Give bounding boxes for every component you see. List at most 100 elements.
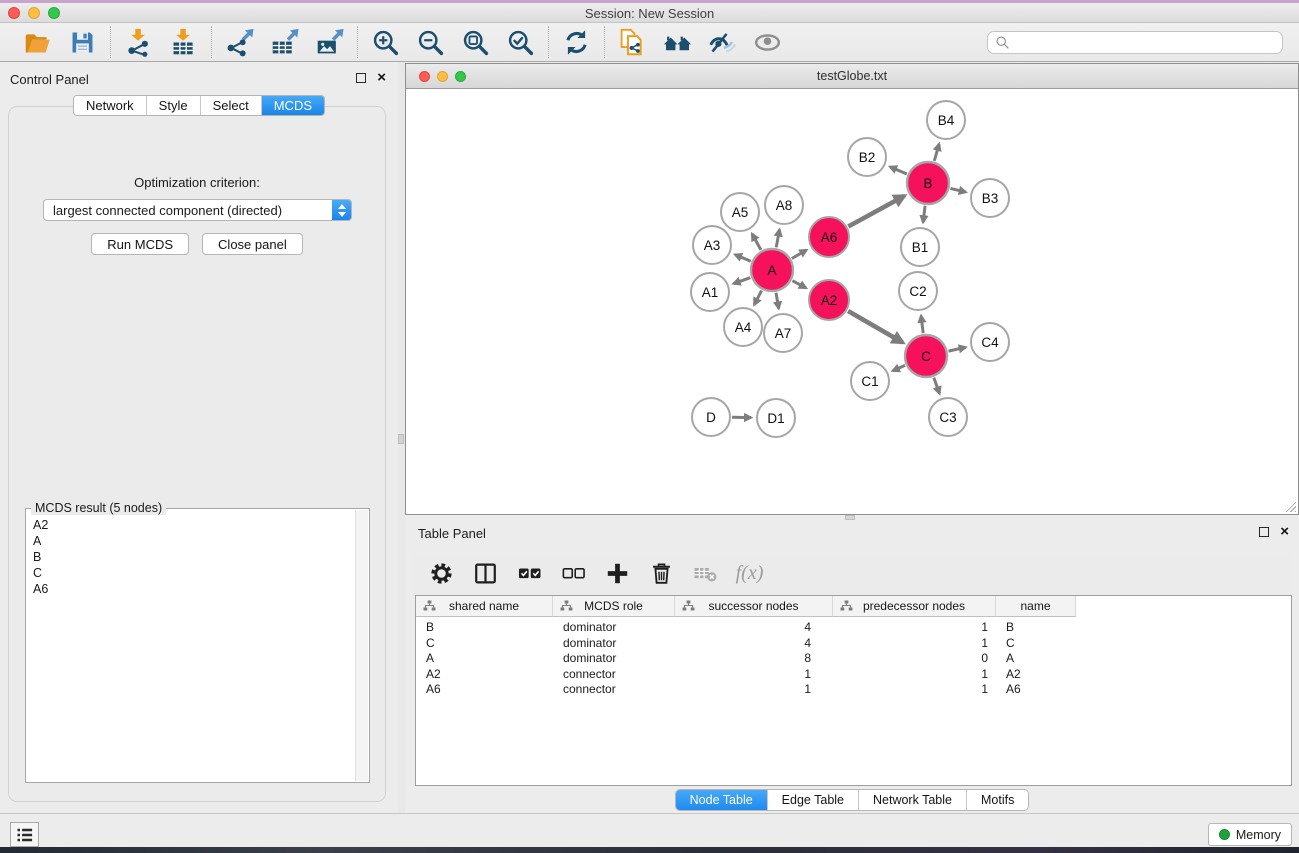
- edge-A-A8[interactable]: [776, 230, 779, 248]
- table-cell[interactable]: A6: [996, 682, 1076, 698]
- table-cell[interactable]: 0: [833, 651, 996, 667]
- edge-A-A1[interactable]: [734, 278, 751, 284]
- open-folder-icon[interactable]: [23, 28, 52, 57]
- tab-edge-table[interactable]: Edge Table: [768, 790, 859, 810]
- network-node-C3[interactable]: C3: [929, 398, 967, 436]
- table-cell[interactable]: 1: [833, 620, 996, 636]
- node-table[interactable]: shared nameMCDS rolesuccessor nodesprede…: [415, 595, 1292, 786]
- edge-A-A6[interactable]: [792, 250, 807, 259]
- table-cell[interactable]: dominator: [553, 636, 675, 652]
- gear-icon[interactable]: [428, 560, 455, 587]
- table-cell[interactable]: 8: [675, 651, 833, 667]
- column-header-successor-nodes[interactable]: successor nodes: [675, 596, 833, 617]
- network-node-D[interactable]: D: [692, 398, 730, 436]
- import-network-icon[interactable]: [124, 28, 153, 57]
- edge-A2-C[interactable]: [848, 311, 903, 343]
- result-item[interactable]: B: [33, 549, 354, 565]
- edge-C-C4[interactable]: [949, 347, 966, 351]
- table-row[interactable]: Adominator80A: [416, 651, 1291, 667]
- table-row[interactable]: Bdominator41B: [416, 620, 1291, 636]
- split-view-icon[interactable]: [472, 560, 499, 587]
- tab-network[interactable]: Network: [74, 96, 147, 115]
- tab-network-table[interactable]: Network Table: [859, 790, 967, 810]
- zoom-selected-icon[interactable]: [506, 28, 535, 57]
- edge-A-A7[interactable]: [776, 293, 779, 309]
- edge-B-B1[interactable]: [923, 206, 925, 222]
- edge-A-A5[interactable]: [752, 234, 761, 250]
- splitter-handle[interactable]: [398, 434, 404, 444]
- network-node-B1[interactable]: B1: [901, 228, 939, 266]
- network-node-A1[interactable]: A1: [691, 273, 729, 311]
- float-icon[interactable]: [1259, 527, 1269, 537]
- network-node-C1[interactable]: C1: [851, 362, 889, 400]
- zoom-in-icon[interactable]: [371, 28, 400, 57]
- table-row[interactable]: Cdominator41C: [416, 636, 1291, 652]
- table-cell[interactable]: A2: [996, 667, 1076, 683]
- table-cell[interactable]: 4: [675, 636, 833, 652]
- column-header-shared-name[interactable]: shared name: [416, 596, 553, 617]
- result-item[interactable]: C: [33, 565, 354, 581]
- float-icon[interactable]: [356, 73, 366, 83]
- table-cell[interactable]: A6: [416, 682, 553, 698]
- delete-column-icon[interactable]: [648, 560, 675, 587]
- table-row[interactable]: A2connector11A2: [416, 667, 1291, 683]
- column-header-MCDS-role[interactable]: MCDS role: [553, 596, 675, 617]
- close-icon[interactable]: [377, 72, 386, 83]
- table-cell[interactable]: 1: [833, 667, 996, 683]
- edge-A6-B[interactable]: [848, 196, 904, 227]
- table-cell[interactable]: A2: [416, 667, 553, 683]
- export-image-icon[interactable]: [315, 28, 344, 57]
- network-node-A3[interactable]: A3: [693, 226, 731, 264]
- table-cell[interactable]: dominator: [553, 620, 675, 636]
- edge-C-C1[interactable]: [893, 365, 905, 370]
- network-node-B2[interactable]: B2: [848, 138, 886, 176]
- tab-style[interactable]: Style: [147, 96, 201, 115]
- result-item[interactable]: A: [33, 533, 354, 549]
- tab-select[interactable]: Select: [201, 96, 262, 115]
- edge-C-C3[interactable]: [934, 378, 940, 394]
- edge-C-C2[interactable]: [921, 316, 923, 333]
- network-node-A[interactable]: A: [751, 249, 793, 291]
- add-column-icon[interactable]: [604, 560, 631, 587]
- table-row[interactable]: A6connector11A6: [416, 682, 1291, 698]
- import-table-icon[interactable]: [169, 28, 198, 57]
- clone-network-icon[interactable]: [618, 28, 647, 57]
- column-header-predecessor-nodes[interactable]: predecessor nodes: [833, 596, 996, 617]
- table-cell[interactable]: 4: [675, 620, 833, 636]
- network-window-titlebar[interactable]: testGlobe.txt: [406, 64, 1298, 89]
- close-icon[interactable]: [1280, 526, 1289, 537]
- network-node-C[interactable]: C: [905, 335, 947, 377]
- edge-A-A3[interactable]: [735, 255, 751, 262]
- edge-B-B4[interactable]: [934, 144, 939, 161]
- close-panel-button[interactable]: Close panel: [202, 233, 303, 255]
- edge-B-B2[interactable]: [890, 167, 907, 174]
- network-node-A6[interactable]: A6: [809, 217, 849, 257]
- table-cell[interactable]: 1: [675, 667, 833, 683]
- network-node-A4[interactable]: A4: [724, 308, 762, 346]
- network-node-B4[interactable]: B4: [927, 101, 965, 139]
- table-cell[interactable]: C: [416, 636, 553, 652]
- export-network-icon[interactable]: [225, 28, 254, 57]
- table-cell[interactable]: A: [996, 651, 1076, 667]
- export-table-icon[interactable]: [270, 28, 299, 57]
- result-item[interactable]: A2: [33, 517, 354, 533]
- search-box[interactable]: [987, 31, 1283, 54]
- network-canvas[interactable]: AA1A3A4A5A7A8A6A2BB1B2B3B4CC1C2C3C4DD1: [406, 89, 1298, 514]
- table-cell[interactable]: 1: [675, 682, 833, 698]
- deselect-all-icon[interactable]: [560, 560, 587, 587]
- tab-motifs[interactable]: Motifs: [967, 790, 1028, 810]
- table-cell[interactable]: B: [416, 620, 553, 636]
- search-input[interactable]: [1014, 34, 1275, 50]
- select-all-icon[interactable]: [516, 560, 543, 587]
- result-item[interactable]: A6: [33, 581, 354, 597]
- table-cell[interactable]: 1: [833, 682, 996, 698]
- home-icon[interactable]: [663, 28, 692, 57]
- edge-A-A2[interactable]: [792, 281, 806, 288]
- network-node-A5[interactable]: A5: [721, 193, 759, 231]
- edge-A-A4[interactable]: [754, 291, 761, 305]
- zoom-out-icon[interactable]: [416, 28, 445, 57]
- network-node-C2[interactable]: C2: [899, 272, 937, 310]
- table-cell[interactable]: dominator: [553, 651, 675, 667]
- run-mcds-button[interactable]: Run MCDS: [91, 233, 189, 255]
- memory-button[interactable]: Memory: [1208, 823, 1292, 846]
